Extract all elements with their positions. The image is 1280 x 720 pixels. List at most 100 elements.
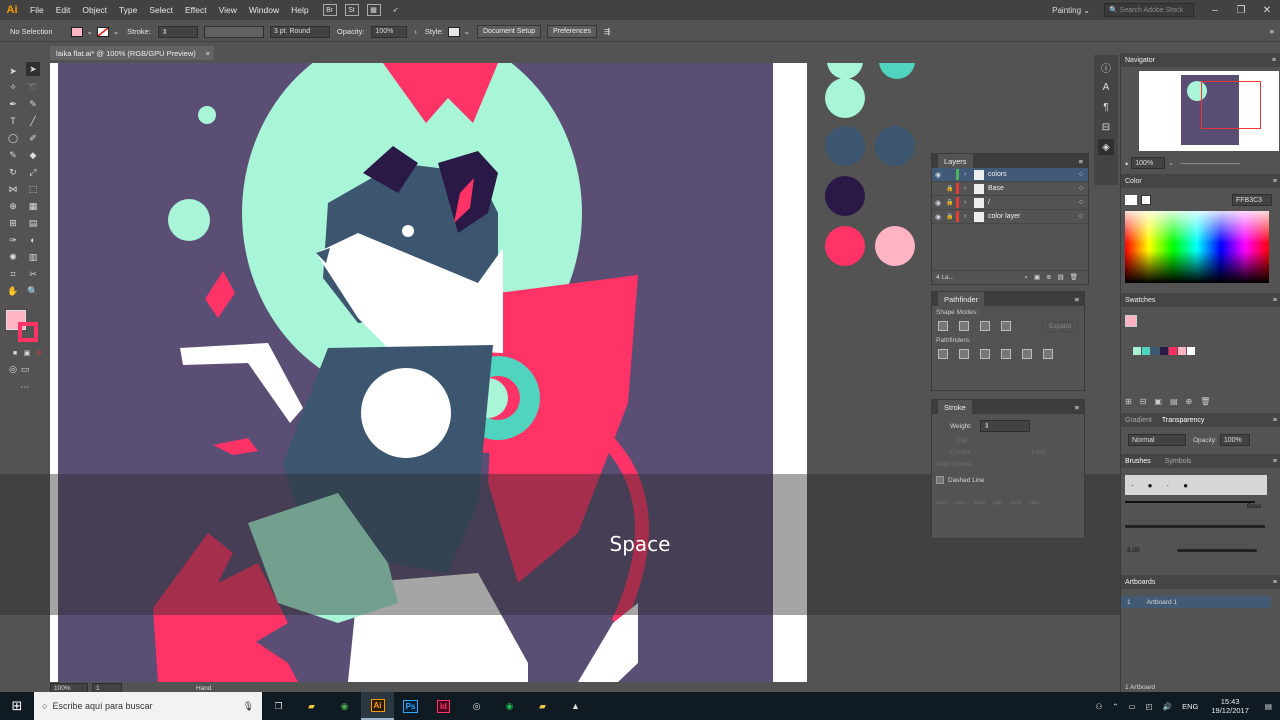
network-icon[interactable]: ◰ xyxy=(1146,702,1153,711)
pathfinder-tab[interactable]: Pathfinder xyxy=(938,292,985,306)
expand-arrow-icon[interactable]: › xyxy=(964,199,974,206)
opacity-label[interactable]: Opacity: xyxy=(337,27,365,36)
lock-icon[interactable]: 🔒 xyxy=(944,199,956,206)
pathfinder-menu-icon[interactable]: ≡ xyxy=(1075,295,1079,304)
expand-button[interactable]: Expand xyxy=(1041,321,1078,332)
menu-edit[interactable]: Edit xyxy=(50,5,77,15)
swatch[interactable] xyxy=(1160,347,1168,355)
document-tab[interactable]: laika flat.ai* @ 100% (RGB/GPU Preview) … xyxy=(50,46,214,60)
visibility-eye-icon[interactable]: ◉ xyxy=(932,199,944,207)
close-document-icon[interactable]: × xyxy=(206,49,210,58)
expand-arrow-icon[interactable]: › xyxy=(964,185,974,192)
adobe-app-icon[interactable]: Ai xyxy=(361,692,394,720)
selection-tool-icon[interactable]: ➤ xyxy=(6,64,20,78)
gpu-performance-icon[interactable]: ➶ xyxy=(389,4,403,16)
white-swatch[interactable] xyxy=(1141,195,1151,205)
photos-icon[interactable]: ▲ xyxy=(559,692,592,720)
menu-file[interactable]: File xyxy=(24,5,50,15)
align-icon[interactable]: ⊟ xyxy=(1098,119,1114,135)
target-circle-icon[interactable]: ○ xyxy=(1074,199,1088,206)
navigator-title[interactable]: Navigator xyxy=(1125,57,1155,64)
shape-builder-icon[interactable]: ⊕ xyxy=(6,199,20,213)
color-spectrum[interactable] xyxy=(1125,211,1269,283)
merge-icon[interactable] xyxy=(980,349,990,359)
paragraph-icon[interactable]: ¶ xyxy=(1098,99,1114,115)
trim-icon[interactable] xyxy=(959,349,969,359)
menu-object[interactable]: Object xyxy=(76,5,113,15)
zoom-slider[interactable] xyxy=(1179,162,1240,164)
menu-select[interactable]: Select xyxy=(143,5,179,15)
stroke-dropdown-icon[interactable]: ⌄ xyxy=(113,27,119,36)
direct-selection-tool-icon[interactable]: ➤ xyxy=(26,62,40,76)
paintbrush-icon[interactable]: ✐ xyxy=(26,131,40,145)
maximize-icon[interactable]: ❐ xyxy=(1228,5,1254,16)
spotify-icon[interactable]: ◉ xyxy=(493,692,526,720)
lock-icon[interactable]: 🔒 xyxy=(944,185,956,192)
graphic-style-swatch[interactable] xyxy=(447,26,460,37)
none-swatch[interactable] xyxy=(1125,195,1137,205)
lock-icon[interactable]: 🔒 xyxy=(944,213,956,220)
layer-row[interactable]: ◉ › colors ○ xyxy=(932,168,1088,182)
action-center-icon[interactable]: ▤ xyxy=(1265,702,1272,711)
swatch[interactable] xyxy=(1133,347,1141,355)
swatches-menu-icon[interactable]: ≡ xyxy=(1273,297,1277,304)
hex-field[interactable]: FFB3C3 xyxy=(1232,194,1272,206)
variable-width-field[interactable] xyxy=(203,25,264,38)
swatch-actions-icon[interactable]: ⊞⊟▣▤⊕🗑 xyxy=(1125,397,1218,406)
control-menu-icon[interactable]: ≡ xyxy=(1270,27,1274,36)
ellipse-tool-icon[interactable]: ◯ xyxy=(6,131,20,145)
swatch[interactable] xyxy=(1151,347,1159,355)
stock-icon[interactable]: St xyxy=(344,4,359,16)
volume-icon[interactable]: 🔊 xyxy=(1163,702,1172,711)
fill-swatch[interactable] xyxy=(70,26,83,37)
transparency-opacity-field[interactable]: 100% xyxy=(1219,434,1250,446)
menu-type[interactable]: Type xyxy=(113,5,143,15)
menu-help[interactable]: Help xyxy=(285,5,314,15)
people-icon[interactable]: ⚇ xyxy=(1096,702,1103,711)
shaper-tool-icon[interactable]: ✎ xyxy=(6,148,20,162)
microphone-icon[interactable]: 🎙 xyxy=(243,701,254,712)
unite-icon[interactable] xyxy=(938,321,948,331)
visibility-eye-icon[interactable]: ◉ xyxy=(932,213,944,221)
layer-row[interactable]: 🔒 › Base ○ xyxy=(932,182,1088,196)
artboard-tool-icon[interactable]: ⌗ xyxy=(6,267,20,281)
navigator-preview[interactable] xyxy=(1139,71,1279,151)
minus-back-icon[interactable] xyxy=(1043,349,1053,359)
navigator-view-box[interactable] xyxy=(1201,81,1261,129)
opacity-arrow-icon[interactable]: › xyxy=(414,27,417,36)
stroke-color-box[interactable] xyxy=(18,322,38,342)
navigator-zoom-field[interactable]: 100% xyxy=(1131,157,1166,169)
slice-tool-icon[interactable]: ✂ xyxy=(26,267,40,281)
layer-row[interactable]: ◉ 🔒 › / ○ xyxy=(932,196,1088,210)
blend-tool-icon[interactable]: ◐ xyxy=(26,233,40,247)
blend-mode-select[interactable]: Normal xyxy=(1128,434,1186,446)
style-dropdown-icon[interactable]: ⌄ xyxy=(464,27,470,36)
dashed-line-checkbox[interactable] xyxy=(936,476,944,484)
adobe-app-icon[interactable]: Id xyxy=(427,692,460,720)
battery-icon[interactable]: ▭ xyxy=(1129,702,1136,711)
fill-dropdown-icon[interactable]: ⌄ xyxy=(87,27,93,36)
swatch[interactable] xyxy=(1178,347,1186,355)
brush-preview-stroke[interactable] xyxy=(1177,549,1257,552)
swatches-title[interactable]: Swatches xyxy=(1125,297,1155,304)
sticky-notes-icon[interactable]: ▰ xyxy=(526,692,559,720)
brush-definition-field[interactable]: 3 pt. Round xyxy=(269,25,330,38)
laika-illustration[interactable] xyxy=(58,63,773,682)
type-tool-icon[interactable]: T xyxy=(6,114,20,128)
eyedropper-icon[interactable]: ✑ xyxy=(6,233,20,247)
visibility-eye-icon[interactable]: ◉ xyxy=(932,171,944,179)
clock[interactable]: 15:43 19/12/2017 xyxy=(1211,697,1249,715)
zoom-tool-icon[interactable]: 🔍 xyxy=(26,284,40,298)
menu-window[interactable]: Window xyxy=(243,5,285,15)
scale-tool-icon[interactable]: ⤢ xyxy=(26,165,40,179)
bridge-icon[interactable]: Br xyxy=(322,4,337,16)
crop-icon[interactable] xyxy=(1001,349,1011,359)
color-title[interactable]: Color xyxy=(1125,178,1142,185)
workspace-switcher[interactable]: Painting ⌄ xyxy=(1052,6,1090,15)
tray-chevron-icon[interactable]: ⌃ xyxy=(1112,702,1118,711)
color-menu-icon[interactable]: ≡ xyxy=(1273,178,1277,185)
expand-arrow-icon[interactable]: › xyxy=(964,213,974,220)
layers-actions-icon[interactable]: ⌕▣⊕▤🗑 xyxy=(1024,273,1084,282)
intersect-icon[interactable] xyxy=(980,321,990,331)
curvature-tool-icon[interactable]: ✎ xyxy=(26,97,40,111)
